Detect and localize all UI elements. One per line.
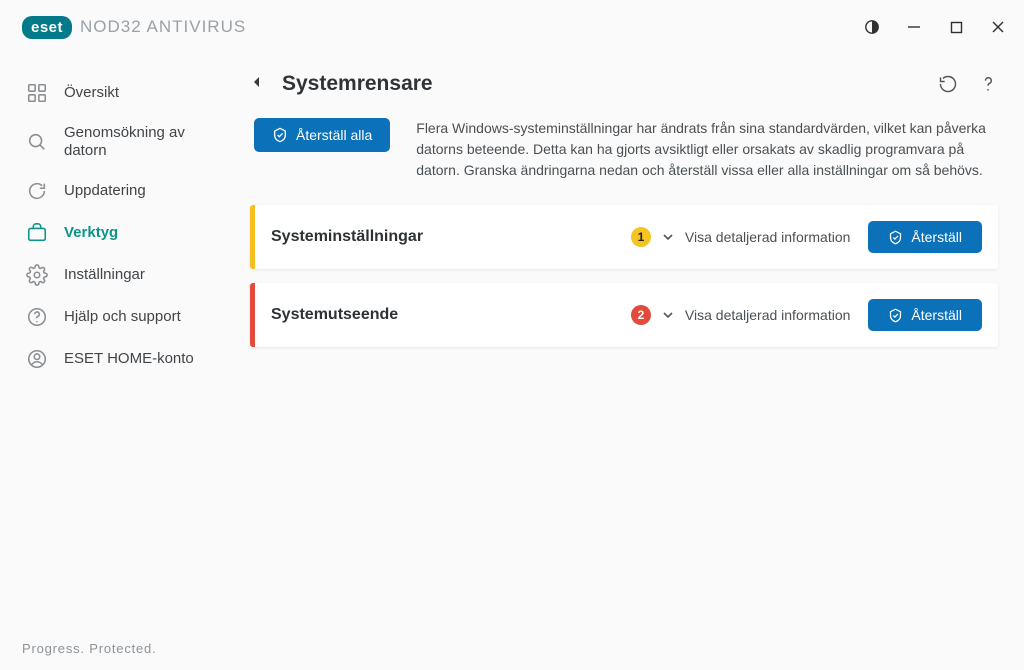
reset-all-label: Återställ alla [296,127,372,143]
minimize-icon[interactable] [906,19,922,35]
contrast-icon[interactable] [864,19,880,35]
chevron-down-icon [661,308,675,322]
reset-button[interactable]: Återställ [868,299,982,331]
expand-toggle[interactable]: 1 Visa detaljerad information [631,227,851,247]
footer-tagline: Progress. Protected. [22,641,157,656]
refresh-icon[interactable] [938,74,958,94]
chevron-down-icon [661,230,675,244]
card-title: Systeminställningar [271,228,423,246]
reset-label: Återställ [911,229,962,245]
sidebar-item-update[interactable]: Uppdatering [0,170,238,212]
titlebar: eset NOD32 ANTIVIRUS [0,0,1024,54]
expand-label: Visa detaljerad information [685,307,851,323]
sidebar-item-label: Uppdatering [64,182,226,200]
product-name: NOD32 ANTIVIRUS [80,17,246,37]
back-icon[interactable] [250,75,268,93]
expand-label: Visa detaljerad information [685,229,851,245]
card-system-appearance: Systemutseende 2 Visa detaljerad informa… [250,283,998,347]
sidebar-item-label: Genomsökning av datorn [64,124,226,160]
sidebar-item-settings[interactable]: Inställningar [0,254,238,296]
close-icon[interactable] [990,19,1006,35]
help-icon[interactable] [978,74,998,94]
page-header: Systemrensare [250,72,998,96]
sidebar-item-label: ESET HOME-konto [64,350,226,368]
sidebar-item-label: Översikt [64,84,226,102]
reset-button[interactable]: Återställ [868,221,982,253]
page-title: Systemrensare [282,72,433,96]
card-system-settings: Systeminställningar 1 Visa detaljerad in… [250,205,998,269]
main-content: Systemrensare Återställ alla Flera Windo… [238,54,1024,640]
severity-stripe [250,205,255,269]
sidebar-item-scan[interactable]: Genomsökning av datorn [0,114,238,170]
brand-badge: eset [22,16,72,39]
sidebar-item-home-account[interactable]: ESET HOME-konto [0,338,238,380]
intro-row: Återställ alla Flera Windows-systeminstä… [250,118,998,181]
severity-stripe [250,283,255,347]
sidebar-item-overview[interactable]: Översikt [0,72,238,114]
sidebar-item-label: Verktyg [64,224,226,242]
sidebar-item-label: Hjälp och support [64,308,226,326]
sidebar-item-help[interactable]: Hjälp och support [0,296,238,338]
card-title: Systemutseende [271,306,398,324]
count-badge: 1 [631,227,651,247]
sidebar-item-label: Inställningar [64,266,226,284]
sidebar-item-tools[interactable]: Verktyg [0,212,238,254]
intro-text: Flera Windows-systeminställningar har än… [416,118,998,181]
reset-all-button[interactable]: Återställ alla [254,118,390,152]
count-badge: 2 [631,305,651,325]
sidebar: Översikt Genomsökning av datorn Uppdater… [0,54,238,640]
maximize-icon[interactable] [948,19,964,35]
expand-toggle[interactable]: 2 Visa detaljerad information [631,305,851,325]
window-controls [864,19,1006,35]
reset-label: Återställ [911,307,962,323]
brand: eset NOD32 ANTIVIRUS [22,16,246,39]
